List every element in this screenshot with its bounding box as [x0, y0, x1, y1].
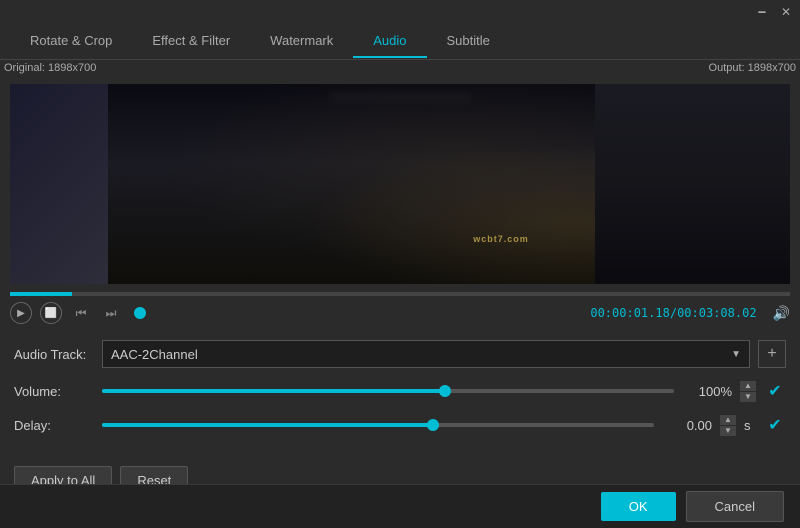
blurred-overlay: ████████████████████: [329, 92, 471, 103]
delay-check-icon: ✔: [768, 415, 781, 435]
volume-up-button[interactable]: ▲: [740, 381, 756, 391]
minimize-button[interactable]: 🗕: [754, 4, 770, 20]
tab-rotate-crop[interactable]: Rotate & Crop: [10, 25, 132, 58]
delay-slider-fill: [102, 423, 433, 427]
delay-up-button[interactable]: ▲: [720, 415, 736, 425]
play-button[interactable]: ▶: [10, 302, 32, 324]
title-bar: 🗕 ✕: [0, 0, 800, 24]
audio-track-dropdown[interactable]: AAC-2Channel ▼: [102, 340, 750, 368]
video-section: ████████████████████ wcbt7.com: [10, 84, 790, 284]
total-time: 00:03:08.02: [677, 306, 756, 320]
stop-button[interactable]: ⬜: [40, 302, 62, 324]
time-separator: /: [670, 306, 677, 320]
playback-controls: ▶ ⬜ ⏮ ⏭ 00:00:01.18/00:03:08.02 🔊: [0, 296, 800, 330]
volume-reset-icon[interactable]: ✔: [764, 380, 786, 402]
delay-unit: s: [744, 418, 756, 433]
current-time: 00:00:01.18: [590, 306, 669, 320]
video-preview: ████████████████████ wcbt7.com: [10, 84, 790, 284]
progress-handle[interactable]: [134, 307, 146, 319]
delay-value: 0.00: [662, 418, 712, 433]
delay-label: Delay:: [14, 418, 94, 433]
volume-icon[interactable]: 🔊: [773, 305, 790, 322]
add-track-button[interactable]: +: [758, 340, 786, 368]
audio-settings: Audio Track: AAC-2Channel ▼ + Volume: 10…: [0, 330, 800, 458]
delay-reset-icon[interactable]: ✔: [764, 414, 786, 436]
volume-check-icon: ✔: [768, 381, 781, 401]
audio-track-row: Audio Track: AAC-2Channel ▼ +: [14, 340, 786, 368]
time-display: 00:00:01.18/00:03:08.02: [590, 306, 756, 320]
delay-spinner: ▲ ▼: [720, 415, 736, 436]
delay-slider-thumb[interactable]: [427, 419, 439, 431]
watermark-text: wcbt7.com: [473, 234, 529, 244]
tab-effect-filter[interactable]: Effect & Filter: [132, 25, 250, 58]
delay-row: Delay: 0.00 ▲ ▼ s ✔: [14, 414, 786, 436]
next-button[interactable]: ⏭: [100, 302, 122, 324]
volume-row: Volume: 100% ▲ ▼ ✔: [14, 380, 786, 402]
output-resolution: Output: 1898x700: [709, 62, 796, 74]
volume-label: Volume:: [14, 384, 94, 399]
video-info-bar: Original: 1898x700 Output: 1898x700: [0, 60, 800, 76]
tab-subtitle[interactable]: Subtitle: [427, 25, 510, 58]
delay-slider[interactable]: [102, 423, 654, 427]
timeline-progress: [10, 292, 72, 296]
audio-track-label: Audio Track:: [14, 347, 94, 362]
footer: OK Cancel: [0, 484, 800, 528]
tab-watermark[interactable]: Watermark: [250, 25, 353, 58]
delay-down-button[interactable]: ▼: [720, 426, 736, 436]
close-button[interactable]: ✕: [778, 4, 794, 20]
cancel-button[interactable]: Cancel: [686, 491, 784, 522]
volume-slider-fill: [102, 389, 445, 393]
tab-audio[interactable]: Audio: [353, 25, 426, 58]
ok-button[interactable]: OK: [601, 492, 676, 521]
audio-track-value: AAC-2Channel: [111, 347, 731, 362]
prev-button[interactable]: ⏮: [70, 302, 92, 324]
volume-value: 100%: [682, 384, 732, 399]
volume-down-button[interactable]: ▼: [740, 392, 756, 402]
original-resolution: Original: 1898x700: [4, 62, 96, 74]
volume-slider[interactable]: [102, 389, 674, 393]
dropdown-arrow-icon: ▼: [731, 349, 741, 360]
volume-spinner: ▲ ▼: [740, 381, 756, 402]
tab-bar: Rotate & Crop Effect & Filter Watermark …: [0, 24, 800, 60]
volume-slider-thumb[interactable]: [439, 385, 451, 397]
timeline-bar[interactable]: [10, 292, 790, 296]
right-panel-preview: [595, 84, 790, 284]
